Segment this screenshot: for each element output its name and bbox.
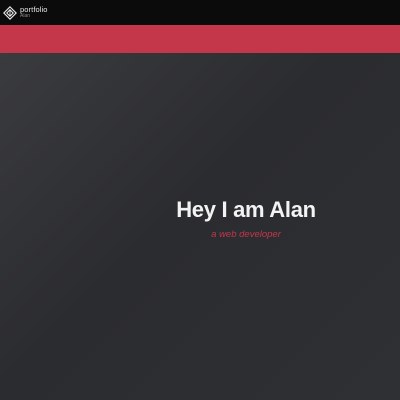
accent-bar — [0, 25, 400, 53]
brand-link[interactable]: portfolio Alan — [3, 5, 48, 20]
hero-subtitle: a web developer — [211, 229, 281, 240]
logo-icon — [3, 5, 17, 20]
brand-text: portfolio Alan — [20, 6, 48, 20]
top-navbar: portfolio Alan — [0, 0, 400, 25]
hero-section: Hey I am Alan a web developer — [0, 53, 400, 400]
hero-title: Hey I am Alan — [176, 197, 316, 222]
brand-subtitle: Alan — [20, 13, 31, 20]
page: portfolio Alan Hey I am Alan a web devel… — [0, 0, 400, 400]
brand-title: portfolio — [20, 4, 48, 14]
